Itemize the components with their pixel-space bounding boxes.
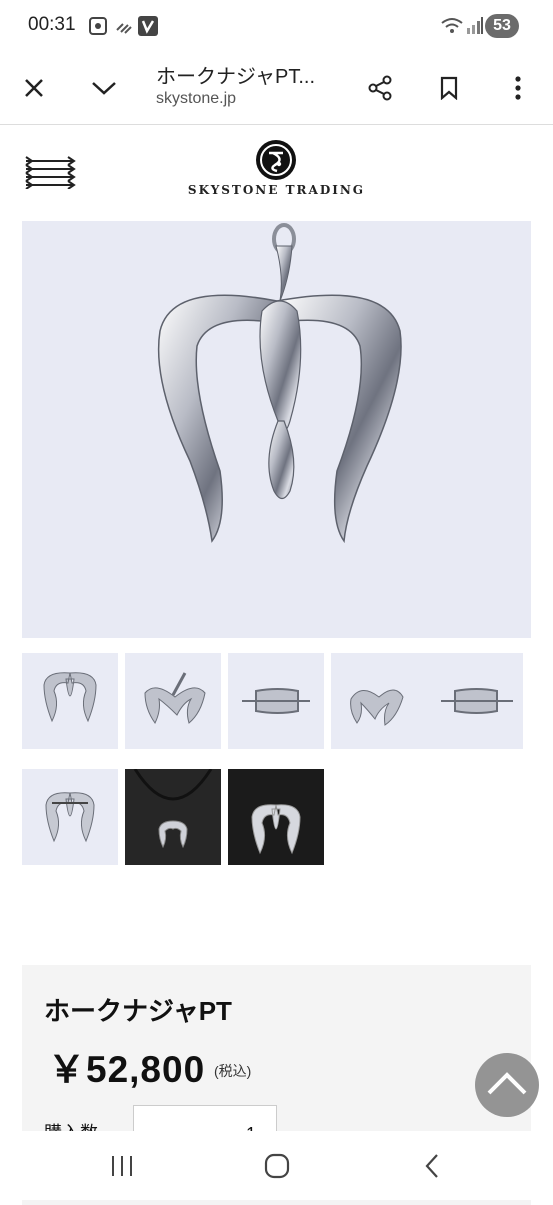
product-price: ￥52,800 xyxy=(48,1049,206,1090)
status-bar: 00:31 53 xyxy=(0,0,553,52)
main-product-image[interactable] xyxy=(22,221,531,638)
cellular-signal-icon xyxy=(467,17,483,34)
thumbnail-2[interactable] xyxy=(125,653,221,749)
thumbnail-3[interactable] xyxy=(228,653,324,749)
thumbnail-image xyxy=(43,672,97,723)
site-header: SKYSTONE TRADING xyxy=(0,125,553,220)
scroll-top-button[interactable] xyxy=(475,1053,539,1117)
signal-bars-icon xyxy=(116,23,132,34)
thumbnail-5[interactable] xyxy=(22,769,118,865)
thumbnail-image xyxy=(133,769,213,849)
app-icon xyxy=(138,16,158,36)
recent-apps-icon xyxy=(112,1156,132,1176)
system-nav-bar xyxy=(0,1131,553,1200)
home-button[interactable] xyxy=(257,1149,297,1183)
product-name: ホークナジャPT xyxy=(44,996,232,1026)
close-button[interactable] xyxy=(14,68,54,108)
chevron-down-icon xyxy=(92,82,116,95)
battery-badge: 53 xyxy=(485,14,519,38)
thumbnail-image xyxy=(144,672,206,724)
expand-button[interactable] xyxy=(84,68,124,108)
bookmark-button[interactable] xyxy=(429,68,469,108)
wifi-6e-icon xyxy=(441,18,463,33)
close-icon xyxy=(25,79,43,97)
tax-note: (税込) xyxy=(214,1063,252,1079)
browser-toolbar: ホークナジャPT... skystone.jp xyxy=(0,52,553,125)
status-time: 00:31 xyxy=(28,14,76,35)
thumbnail-image xyxy=(251,804,301,855)
thumbnail-image xyxy=(350,688,513,726)
screenshot-icon xyxy=(89,17,107,35)
logo-icon[interactable] xyxy=(255,139,297,181)
thumbnail-1[interactable] xyxy=(22,653,118,749)
recent-apps-button[interactable] xyxy=(102,1149,142,1183)
back-button[interactable] xyxy=(412,1149,452,1183)
more-vertical-icon xyxy=(515,76,521,100)
thumbnail-4[interactable] xyxy=(331,653,523,749)
chevron-up-icon xyxy=(487,1072,527,1095)
pendant-image xyxy=(157,223,402,544)
page-url: skystone.jp xyxy=(156,90,237,107)
thumbnail-7[interactable] xyxy=(228,769,324,865)
back-icon xyxy=(425,1154,438,1178)
share-icon xyxy=(368,75,392,101)
page-title: ホークナジャPT... xyxy=(156,66,316,88)
bookmark-icon xyxy=(440,76,458,100)
share-button[interactable] xyxy=(360,68,400,108)
thumbnail-image xyxy=(45,792,95,843)
thumbnail-6[interactable] xyxy=(125,769,221,865)
logo-text: SKYSTONE TRADING xyxy=(187,183,366,197)
thumbnail-image xyxy=(242,688,310,714)
more-options-button[interactable] xyxy=(498,68,538,108)
home-icon xyxy=(264,1153,290,1179)
